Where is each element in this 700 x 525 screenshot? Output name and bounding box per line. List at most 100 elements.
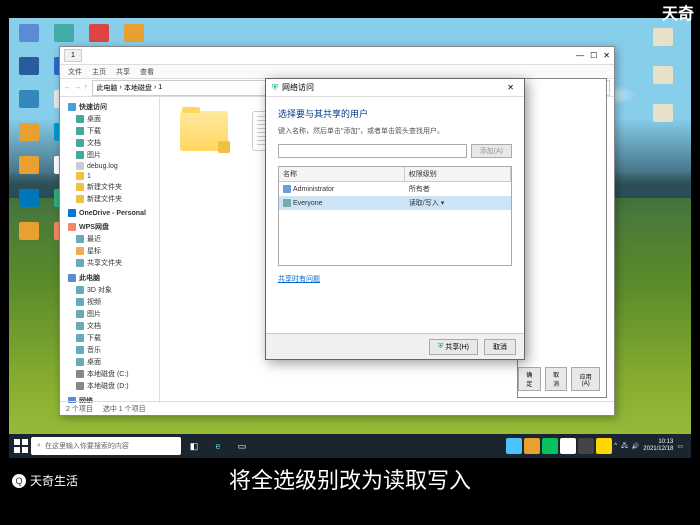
taskbar-search[interactable]: ⌕在这里输入你要搜索的内容 xyxy=(31,437,181,455)
ribbon-file[interactable]: 文件 xyxy=(68,67,82,77)
table-row[interactable]: Administrator 所有者 xyxy=(279,182,511,196)
shield-icon: ⛨ xyxy=(438,343,443,351)
user-icon xyxy=(283,185,291,193)
sidebar-quick-access[interactable]: 快速访问 xyxy=(62,101,157,113)
ribbon-share[interactable]: 共享 xyxy=(116,67,130,77)
ribbon-view[interactable]: 查看 xyxy=(140,67,154,77)
lock-icon xyxy=(218,141,230,153)
sidebar-item[interactable]: debug.log xyxy=(62,161,157,171)
desktop-icons-right xyxy=(647,28,679,134)
props-cancel-button[interactable]: 取消 xyxy=(545,367,568,391)
group-icon xyxy=(283,199,291,207)
desktop-icon[interactable] xyxy=(647,28,679,58)
breadcrumb-part[interactable]: 1 xyxy=(158,84,162,91)
taskbar-app[interactable] xyxy=(560,438,576,454)
taskbar-app[interactable] xyxy=(506,438,522,454)
taskbar: ⌕在这里输入你要搜索的内容 ◧ e ▭ ^ 🖧 🔊 10:13 2021/12/… xyxy=(9,434,691,458)
tray-up-icon[interactable]: ^ xyxy=(614,443,617,449)
shield-icon: ⛨ xyxy=(272,83,278,93)
window-tab[interactable]: 1 xyxy=(64,49,82,62)
sidebar-item[interactable]: 音乐 xyxy=(62,344,157,356)
status-item-count: 2 个项目 xyxy=(66,404,93,413)
sidebar-item[interactable]: 新建文件夹 xyxy=(62,193,157,205)
user-combobox[interactable] xyxy=(278,144,467,158)
breadcrumb-part[interactable]: 此电脑 xyxy=(97,83,118,93)
logo-icon: Q xyxy=(12,474,26,488)
desktop-icon[interactable] xyxy=(15,90,43,120)
sidebar-thispc[interactable]: 此电脑 xyxy=(62,272,157,284)
col-permission[interactable]: 权限级别 xyxy=(405,167,511,181)
table-row[interactable]: Everyone 读取/写入 ▾ xyxy=(279,196,511,210)
search-icon: ⌕ xyxy=(37,442,41,450)
close-icon[interactable]: ✕ xyxy=(603,51,610,60)
close-icon[interactable]: ✕ xyxy=(503,83,518,92)
desktop-icon[interactable] xyxy=(15,189,43,219)
desktop-icon[interactable] xyxy=(15,222,43,252)
nav-fwd-icon[interactable]: → xyxy=(74,84,81,91)
sidebar-item[interactable]: 文档 xyxy=(62,320,157,332)
cancel-button[interactable]: 取消 xyxy=(484,339,516,355)
sidebar-item[interactable]: 视频 xyxy=(62,296,157,308)
help-link[interactable]: 共享时有问题 xyxy=(278,274,512,284)
notifications-icon[interactable]: ▭ xyxy=(677,443,683,450)
share-button[interactable]: ⛨共享(H) xyxy=(429,339,478,355)
nav-up-icon[interactable]: ↑ xyxy=(84,84,88,91)
sidebar-onedrive[interactable]: OneDrive - Personal xyxy=(62,208,157,218)
explorer-sidebar: 快速访问 桌面 下载 文档 图片 debug.log 1 新建文件夹 新建文件夹… xyxy=(60,97,160,403)
desktop-icon[interactable] xyxy=(15,24,43,54)
sidebar-item[interactable]: 图片 xyxy=(62,149,157,161)
tray-network-icon[interactable]: 🖧 xyxy=(621,441,628,451)
sidebar-item[interactable]: 新建文件夹 xyxy=(62,181,157,193)
taskbar-app[interactable] xyxy=(578,438,594,454)
subtitle-caption: 将全选级别改为读取写入 xyxy=(229,463,471,495)
taskbar-app[interactable] xyxy=(596,438,612,454)
dialog-heading: 选择要与其共享的用户 xyxy=(278,107,512,120)
desktop-icon[interactable] xyxy=(647,104,679,134)
add-button[interactable]: 添加(A) xyxy=(471,144,512,158)
watermark-bottom: Q 天奇生活 xyxy=(12,472,78,489)
permission-dropdown[interactable]: 读取/写入 ▾ xyxy=(405,198,511,208)
network-share-dialog: ⛨ 网络访问 ✕ 选择要与其共享的用户 键入名称，然后单击"添加"，或者单击箭头… xyxy=(265,78,525,360)
folder-item[interactable] xyxy=(174,111,234,151)
maximize-icon[interactable]: ☐ xyxy=(590,51,597,60)
status-bar: 2 个项目 选中 1 个项目 xyxy=(60,401,614,415)
sidebar-item[interactable]: 3D 对象 xyxy=(62,284,157,296)
nav-back-icon[interactable]: ← xyxy=(64,84,71,91)
col-name[interactable]: 名称 xyxy=(279,167,405,181)
sidebar-item[interactable]: 下载 xyxy=(62,332,157,344)
sidebar-item[interactable]: 桌面 xyxy=(62,356,157,368)
dialog-title: 网络访问 xyxy=(282,82,314,93)
props-apply-button[interactable]: 应用(A) xyxy=(571,367,600,391)
desktop-icon[interactable] xyxy=(15,123,43,153)
tray-volume-icon[interactable]: 🔊 xyxy=(632,443,639,450)
taskbar-clock[interactable]: 10:13 2021/12/18 xyxy=(643,439,673,452)
dialog-subtext: 键入名称，然后单击"添加"，或者单击箭头查找用户。 xyxy=(278,126,512,136)
taskbar-app[interactable]: e xyxy=(207,436,229,456)
minimize-icon[interactable]: — xyxy=(576,51,584,60)
start-button[interactable] xyxy=(13,438,29,454)
sidebar-item[interactable]: 最近 xyxy=(62,233,157,245)
sidebar-item[interactable]: 1 xyxy=(62,171,157,181)
sidebar-item[interactable]: 本地磁盘 (C:) xyxy=(62,368,157,380)
props-ok-button[interactable]: 确定 xyxy=(518,367,541,391)
sidebar-item[interactable]: 图片 xyxy=(62,308,157,320)
sidebar-item[interactable]: 下载 xyxy=(62,125,157,137)
ribbon-tabs: 文件 主页 共享 查看 xyxy=(60,65,614,79)
desktop-icon[interactable] xyxy=(15,156,43,186)
desktop-icon[interactable] xyxy=(15,57,43,87)
sidebar-item[interactable]: 桌面 xyxy=(62,113,157,125)
sidebar-item[interactable]: 文档 xyxy=(62,137,157,149)
window-titlebar: 1 — ☐ ✕ xyxy=(60,47,614,65)
sidebar-item[interactable]: 本地磁盘 (D:) xyxy=(62,380,157,392)
sidebar-item[interactable]: 星标 xyxy=(62,245,157,257)
desktop-icon[interactable] xyxy=(647,66,679,96)
ribbon-home[interactable]: 主页 xyxy=(92,67,106,77)
task-view-icon[interactable]: ◧ xyxy=(183,436,205,456)
taskbar-app[interactable] xyxy=(542,438,558,454)
taskbar-app[interactable]: ▭ xyxy=(231,436,253,456)
users-table: 名称 权限级别 Administrator 所有者 Everyone 读取/写入… xyxy=(278,166,512,266)
taskbar-app[interactable] xyxy=(524,438,540,454)
sidebar-wps[interactable]: WPS网盘 xyxy=(62,221,157,233)
breadcrumb-part[interactable]: 本地磁盘 xyxy=(124,83,152,93)
sidebar-item[interactable]: 共享文件夹 xyxy=(62,257,157,269)
